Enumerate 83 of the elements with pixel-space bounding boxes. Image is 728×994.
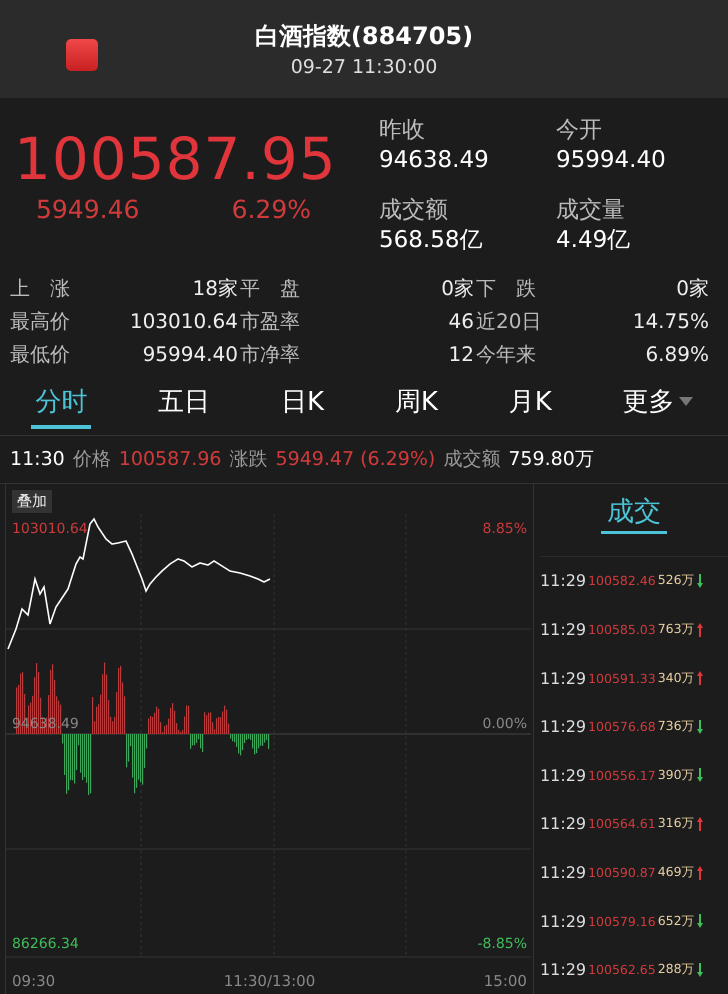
- trades-tab[interactable]: 成交: [601, 484, 667, 534]
- stat-value: 0家: [675, 274, 709, 302]
- trade-time: 11:29: [540, 912, 586, 931]
- timestamp: 09-27 11:30:00: [290, 56, 438, 78]
- trade-price: 100591.33: [588, 670, 656, 686]
- trade-volume: 763万: [658, 621, 695, 638]
- axis-label: 11:30/13:00: [224, 972, 316, 990]
- trade-volume: 526万: [658, 572, 695, 590]
- trade-volume: 469万: [658, 864, 695, 882]
- trade-price: 100579.16: [588, 914, 656, 929]
- chart-tab[interactable]: 更多: [618, 380, 697, 430]
- trade-volume: 340万: [658, 670, 695, 687]
- chart-tab[interactable]: 五日: [154, 380, 214, 430]
- app-icon[interactable]: [66, 39, 98, 71]
- trade-price: 100562.65: [588, 962, 656, 978]
- trade-volume: 316万: [658, 815, 695, 832]
- trade-time: 11:29: [540, 863, 586, 882]
- stat-label: 市盈率: [239, 308, 301, 335]
- trade-price: 100585.03: [588, 622, 656, 638]
- stat-label: 成交量: [556, 196, 626, 226]
- stat-value: 0家: [440, 274, 474, 302]
- trade-price: 100564.61: [588, 816, 656, 832]
- chart-tab[interactable]: 分时: [31, 380, 92, 430]
- axis-label: 8.85%: [482, 520, 527, 537]
- stat-value: 94638.49: [379, 146, 490, 175]
- stat-value: 18家: [192, 274, 238, 302]
- stat-value: 103010.64: [128, 308, 238, 335]
- trade-time: 11:29: [540, 717, 586, 736]
- current-price: 100587.95: [14, 128, 338, 192]
- axis-label: -8.85%: [477, 936, 527, 952]
- trade-price: 100576.68: [588, 719, 656, 734]
- cursor-amount: 759.80万: [508, 447, 594, 472]
- trade-time: 11:29: [540, 814, 586, 834]
- stat-value: 46: [448, 308, 474, 335]
- stat-label: 市净率: [239, 340, 301, 368]
- cursor-price: 100587.96: [118, 448, 222, 470]
- axis-label: 09:30: [12, 972, 56, 990]
- trade-volume: 736万: [658, 718, 695, 736]
- stat-value: 4.49亿: [556, 226, 632, 256]
- stat-label: 最低价: [9, 340, 71, 368]
- stat-label: 上 涨: [9, 274, 71, 302]
- stat-value: 14.75%: [632, 308, 709, 335]
- stat-value: 95994.40: [556, 146, 667, 175]
- stat-label: 今年来: [475, 340, 537, 368]
- axis-label: 86266.34: [12, 936, 79, 952]
- field-label: 价格: [72, 447, 111, 472]
- axis-label: 94638.49: [12, 716, 79, 732]
- axis-label: 0.00%: [482, 716, 527, 732]
- stat-label: 近20日: [475, 308, 542, 335]
- axis-label: 103010.64: [12, 520, 88, 537]
- stat-label: 今开: [556, 116, 603, 145]
- stat-label: 最高价: [9, 308, 71, 335]
- overlay-button[interactable]: 叠加: [12, 490, 52, 513]
- chart-tab[interactable]: 月K: [504, 380, 556, 430]
- chart-tab[interactable]: 周K: [390, 380, 442, 430]
- index-title: 白酒指数(884705): [254, 20, 474, 52]
- trade-time: 11:29: [540, 960, 586, 980]
- trade-time: 11:29: [540, 620, 586, 640]
- cursor-time: 11:30: [10, 448, 65, 470]
- trade-time: 11:29: [540, 668, 586, 688]
- trade-volume: 390万: [658, 766, 695, 784]
- percent-change: 6.29%: [232, 195, 311, 224]
- trade-price: 100556.17: [588, 768, 656, 783]
- trade-price: 100590.87: [588, 865, 656, 880]
- axis-label: 15:00: [484, 972, 527, 990]
- field-label: 成交额: [443, 447, 500, 472]
- stat-value: 12: [448, 340, 474, 368]
- stat-value: 6.89%: [644, 340, 709, 368]
- trade-time: 11:29: [540, 571, 586, 590]
- chart-tab[interactable]: 日K: [276, 380, 328, 430]
- stat-value: 95994.40: [142, 340, 238, 368]
- price-change: 5949.46: [36, 195, 140, 224]
- cursor-change: 5949.47 (6.29%): [276, 448, 436, 470]
- trade-price: 100582.46: [588, 573, 656, 588]
- stat-label: 下 跌: [475, 274, 537, 302]
- trade-volume: 288万: [658, 961, 695, 978]
- stat-value: 568.58亿: [379, 226, 484, 256]
- stat-label: 昨收: [379, 116, 426, 145]
- trade-volume: 652万: [658, 912, 695, 930]
- stat-label: 平 盘: [239, 274, 301, 302]
- field-label: 涨跌: [230, 447, 268, 472]
- stat-label: 成交额: [379, 196, 449, 226]
- trade-time: 11:29: [540, 766, 586, 785]
